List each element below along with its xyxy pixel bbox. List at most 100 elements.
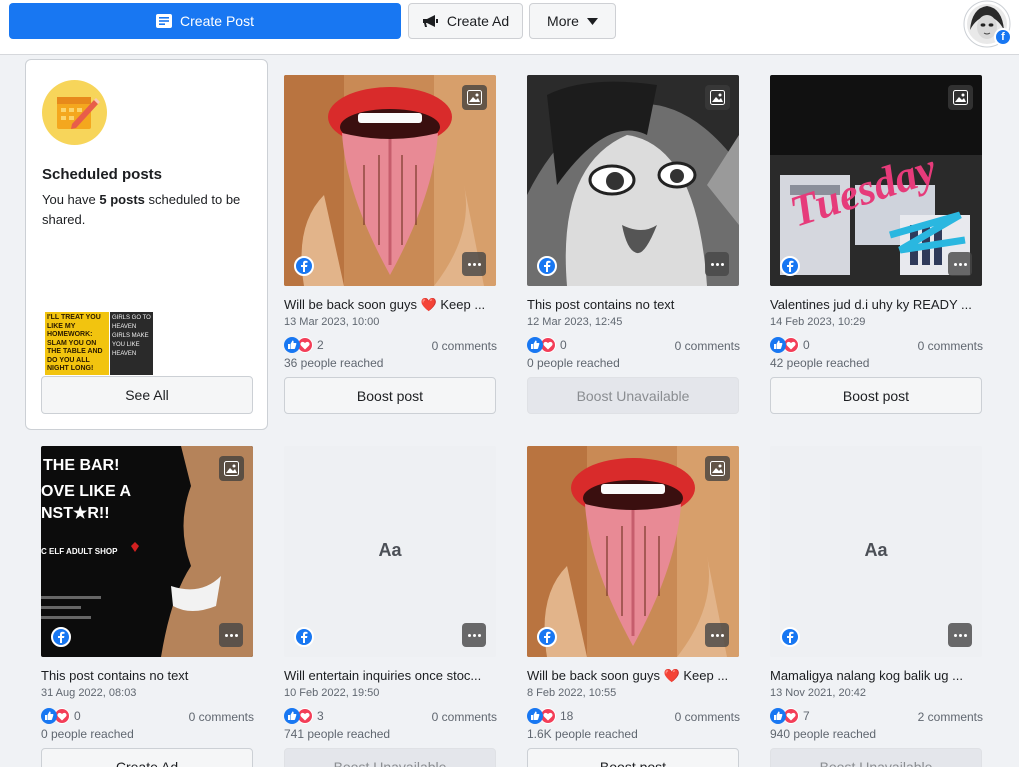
more-options-icon[interactable] [219, 623, 243, 647]
photo-type-icon [705, 85, 730, 110]
more-options-icon[interactable] [705, 252, 729, 276]
post-text[interactable]: This post contains no text [41, 668, 253, 683]
reactions[interactable]: 0 [770, 337, 810, 353]
like-icon [45, 711, 54, 720]
facebook-icon [537, 627, 557, 647]
post-text[interactable]: This post contains no text [527, 297, 739, 312]
more-options-icon[interactable] [462, 252, 486, 276]
reaction-count: 2 [317, 338, 324, 352]
desc-prefix: You have [42, 192, 100, 207]
reactions[interactable]: 0 [41, 708, 81, 724]
post-date: 31 Aug 2022, 08:03 [41, 687, 137, 699]
reactions[interactable]: 2 [284, 337, 324, 353]
reaction-count: 7 [803, 709, 810, 723]
reactions[interactable]: 0 [527, 337, 567, 353]
reaction-count: 0 [74, 709, 81, 723]
post-thumbnail[interactable]: Aa [770, 446, 982, 657]
post-card: THE BAR! OVE LIKE A NST★R!! C ELF ADULT SHO… [41, 446, 254, 767]
create-ad-label: Create Ad [446, 13, 510, 29]
post-date: 13 Nov 2021, 20:42 [770, 687, 867, 699]
create-post-button[interactable]: Create Post [9, 3, 401, 39]
more-options-icon[interactable] [462, 623, 486, 647]
more-label: More [547, 13, 579, 29]
facebook-icon [780, 627, 800, 647]
scheduled-posts-title: Scheduled posts [42, 166, 163, 183]
people-reached: 0 people reached [527, 356, 620, 370]
create-ad-button[interactable]: Create Ad [408, 3, 523, 39]
boost-post-button[interactable]: Boost post [284, 377, 496, 414]
boost-unavailable-button[interactable]: Boost Unavailable [284, 748, 496, 767]
post-card: Will be back soon guys ❤️ Keep ... 8 Feb … [527, 446, 740, 767]
comment-count[interactable]: 2 comments [918, 710, 983, 724]
scrollbar[interactable] [1012, 55, 1019, 767]
comment-count[interactable]: 0 comments [432, 339, 497, 353]
facebook-icon [537, 256, 557, 276]
post-text[interactable]: Mamaligya nalang kog balik ug ... [770, 668, 982, 683]
like-icon [531, 340, 540, 349]
like-icon [774, 340, 783, 349]
text-post-placeholder: Aa [864, 540, 888, 560]
more-options-icon[interactable] [705, 623, 729, 647]
post-text[interactable]: Will be back soon guys ❤️ Keep ... [527, 668, 739, 684]
post-text[interactable]: Will be back soon guys ❤️ Keep ... [284, 297, 496, 313]
post-card: This post contains no text 12 Mar 2023, 1… [527, 75, 740, 420]
posts-grid: Scheduled posts You have 5 posts schedul… [0, 55, 1012, 767]
post-date: 14 Feb 2023, 10:29 [770, 316, 866, 328]
post-text[interactable]: Will entertain inquiries once stoc... [284, 668, 496, 683]
svg-text:THE BAR!: THE BAR! [43, 457, 119, 474]
facebook-icon [51, 627, 71, 647]
reactions[interactable]: 3 [284, 708, 324, 724]
comment-count[interactable]: 0 comments [918, 339, 983, 353]
post-thumbnail[interactable] [284, 75, 496, 286]
reactions[interactable]: 18 [527, 708, 573, 724]
post-date: 10 Feb 2022, 19:50 [284, 687, 380, 699]
calendar-pencil-icon [42, 80, 107, 145]
photo-type-icon [462, 85, 487, 110]
like-icon [531, 711, 540, 720]
more-options-icon[interactable] [948, 623, 972, 647]
facebook-badge-icon: f [994, 28, 1012, 46]
post-text[interactable]: Valentines jud d.i uhy ky READY ... [770, 297, 982, 312]
comment-count[interactable]: 0 comments [432, 710, 497, 724]
scheduled-thumbnail[interactable]: GIRLS GO TO HEAVEN GIRLS MAKE YOU LIKE H… [110, 312, 153, 375]
more-button[interactable]: More [529, 3, 616, 39]
like-icon [774, 711, 783, 720]
post-date: 13 Mar 2023, 10:00 [284, 316, 380, 328]
people-reached: 741 people reached [284, 727, 391, 741]
comment-count[interactable]: 0 comments [675, 710, 740, 724]
svg-text:OVE LIKE A: OVE LIKE A [41, 483, 132, 500]
love-icon [300, 341, 310, 349]
scheduled-thumbnail[interactable]: I'LL TREAT YOU LIKE MY HOMEWORK: SLAM YO… [45, 312, 109, 375]
boost-unavailable-button[interactable]: Boost Unavailable [527, 377, 739, 414]
people-reached: 940 people reached [770, 727, 877, 741]
boost-post-button[interactable]: Boost post [527, 748, 739, 767]
facebook-icon [780, 256, 800, 276]
post-thumbnail[interactable] [527, 446, 739, 657]
post-thumbnail[interactable]: Aa [284, 446, 496, 657]
post-card: Will be back soon guys ❤️ Keep ... 13 Mar… [284, 75, 497, 420]
scheduled-thumbnail-text: GIRLS GO TO HEAVEN GIRLS MAKE YOU LIKE H… [112, 315, 151, 357]
post-thumbnail[interactable]: Tuesday [770, 75, 982, 286]
post-card: Aa Will entertain inquiries once stoc... 1… [284, 446, 497, 767]
reactions[interactable]: 7 [770, 708, 810, 724]
post-thumbnail[interactable] [527, 75, 739, 286]
boost-post-button[interactable]: Boost post [770, 377, 982, 414]
scheduled-posts-card: Scheduled posts You have 5 posts schedul… [25, 59, 268, 430]
scheduled-posts-description: You have 5 posts scheduled to be shared. [42, 190, 257, 230]
comment-count[interactable]: 0 comments [189, 710, 254, 724]
love-icon [57, 712, 67, 720]
see-all-button[interactable]: See All [41, 376, 253, 414]
people-reached: 0 people reached [41, 727, 134, 741]
page-avatar[interactable]: f [962, 0, 1014, 48]
create-ad-button[interactable]: Create Ad [41, 748, 253, 767]
post-thumbnail[interactable]: THE BAR! OVE LIKE A NST★R!! C ELF ADULT SHO… [41, 446, 253, 657]
people-reached: 42 people reached [770, 356, 870, 370]
boost-unavailable-button[interactable]: Boost Unavailable [770, 748, 982, 767]
caret-down-icon [586, 17, 598, 25]
post-date: 8 Feb 2022, 10:55 [527, 687, 617, 699]
love-icon [543, 341, 553, 349]
comment-count[interactable]: 0 comments [675, 339, 740, 353]
more-options-icon[interactable] [948, 252, 972, 276]
reaction-count: 0 [803, 338, 810, 352]
photo-type-icon [219, 456, 244, 481]
